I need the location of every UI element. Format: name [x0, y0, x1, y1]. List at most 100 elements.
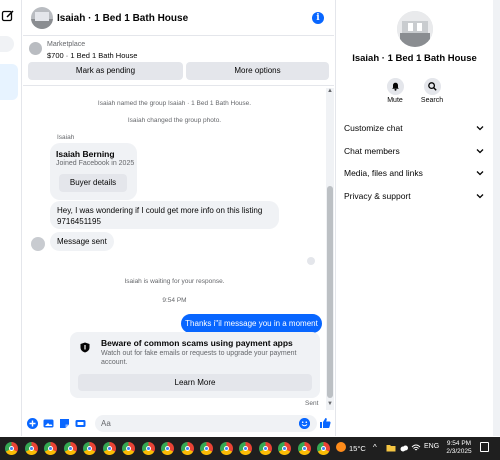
language-indicator[interactable]: ENG: [424, 443, 439, 450]
conversation-header: Isaiah · 1 Bed 1 Bath House i: [23, 0, 334, 36]
notification-icon[interactable]: [480, 442, 489, 452]
incoming-message[interactable]: Message sent: [50, 232, 114, 251]
scam-notice: Beware of common scams using payment app…: [70, 332, 320, 398]
media-files-links-row[interactable]: Media, files and links: [344, 168, 486, 182]
photo-icon[interactable]: [43, 418, 54, 429]
customize-chat-row[interactable]: Customize chat: [344, 123, 486, 137]
emoji-icon[interactable]: [299, 418, 310, 429]
chrome-icon[interactable]: [278, 442, 291, 455]
scroll-down-icon[interactable]: ▼: [327, 401, 333, 407]
message-thread: Isaiah named the group Isaiah · 1 Bed 1 …: [23, 88, 326, 410]
section-label: Customize chat: [344, 123, 403, 133]
outgoing-message[interactable]: Thanks i"il message you in a moment: [181, 314, 322, 333]
chrome-icon[interactable]: [122, 442, 135, 455]
listing-price[interactable]: $700 · 1 Bed 1 Bath House: [47, 51, 137, 60]
taskbar-clock[interactable]: 9:54 PM 2/3/2025: [442, 440, 476, 456]
mute-label: Mute: [387, 97, 403, 104]
chrome-icon[interactable]: [297, 442, 311, 455]
clock-date: 2/3/2025: [446, 448, 472, 455]
chevron-down-icon: [476, 171, 484, 176]
waiting-notice: Isaiah is waiting for your response.: [124, 278, 225, 285]
chrome-icon[interactable]: [239, 442, 252, 455]
chevron-up-icon[interactable]: ^: [373, 443, 377, 452]
folder-icon[interactable]: [386, 443, 396, 453]
scroll-up-icon[interactable]: ▲: [327, 88, 333, 94]
mute-button[interactable]: Mute: [375, 78, 415, 104]
wifi-icon[interactable]: [411, 443, 421, 453]
search-button[interactable]: Search: [412, 78, 452, 104]
search-label: Search: [420, 97, 444, 104]
plus-icon[interactable]: [27, 418, 38, 429]
chrome-icon[interactable]: [141, 442, 155, 455]
listing-thumbnail[interactable]: [29, 42, 42, 55]
message-placeholder: Aa: [101, 419, 111, 428]
bell-icon: [386, 78, 404, 95]
chrome-icon[interactable]: [102, 442, 116, 455]
read-receipt-icon: [307, 257, 315, 265]
page-scrollbar[interactable]: [493, 0, 500, 436]
incoming-message[interactable]: Hey, I was wondering if I could get more…: [50, 201, 279, 229]
system-message: Isaiah named the group Isaiah · 1 Bed 1 …: [97, 100, 252, 107]
learn-more-button[interactable]: Learn More: [78, 374, 312, 391]
chrome-icon[interactable]: [5, 442, 18, 455]
sticker-icon[interactable]: [59, 418, 70, 429]
details-panel: Isaiah · 1 Bed 1 Bath House Mute Search …: [335, 0, 492, 436]
sender-name: Isaiah: [57, 134, 75, 141]
cloud-icon[interactable]: [399, 443, 409, 453]
timestamp: 9:54 PM: [162, 297, 187, 304]
chrome-icon[interactable]: [219, 442, 233, 455]
compose-icon[interactable]: [1, 9, 15, 23]
chrome-icon[interactable]: [180, 442, 194, 455]
chevron-down-icon: [476, 194, 484, 199]
details-avatar[interactable]: [397, 11, 433, 47]
conversation-title[interactable]: Isaiah · 1 Bed 1 Bath House: [57, 13, 188, 24]
left-sidebar: [0, 0, 22, 436]
message-composer: Aa: [23, 412, 334, 436]
search-icon: [423, 78, 441, 95]
taskbar: 15°C ^ ENG 9:54 PM 2/3/2025: [0, 437, 500, 460]
buyer-card: Isaiah Berning Joined Facebook in 2025 B…: [50, 143, 137, 200]
section-label: Media, files and links: [344, 168, 423, 178]
notice-title: Beware of common scams using payment app…: [101, 338, 293, 348]
scroll-thumb[interactable]: [327, 186, 333, 398]
mark-as-pending-button[interactable]: Mark as pending: [28, 62, 183, 80]
marketplace-label: Marketplace: [47, 41, 86, 48]
chrome-icon[interactable]: [258, 442, 272, 455]
chat-members-row[interactable]: Chat members: [344, 146, 486, 160]
shield-icon: [80, 342, 90, 353]
marketplace-banner: Marketplace $700 · 1 Bed 1 Bath House Ma…: [23, 36, 334, 86]
info-icon[interactable]: i: [312, 12, 324, 24]
chevron-down-icon: [476, 149, 484, 154]
sent-status: Sent: [305, 400, 319, 407]
chrome-icon[interactable]: [44, 442, 57, 455]
clock-time: 9:54 PM: [446, 440, 472, 447]
buyer-joined: Joined Facebook in 2025: [56, 160, 135, 167]
left-search-pill[interactable]: [0, 36, 14, 52]
chrome-icon[interactable]: [200, 442, 213, 455]
group-avatar[interactable]: [31, 7, 53, 29]
gif-icon[interactable]: [75, 418, 86, 429]
thread-scrollbar[interactable]: ▲ ▼: [326, 88, 334, 410]
buyer-details-button[interactable]: Buyer details: [59, 174, 127, 192]
conversation-panel: Isaiah · 1 Bed 1 Bath House i Marketplac…: [23, 0, 334, 436]
chrome-icon[interactable]: [83, 442, 96, 455]
buyer-name: Isaiah Berning: [56, 149, 115, 159]
section-label: Privacy & support: [344, 191, 411, 201]
chrome-icon[interactable]: [317, 442, 330, 455]
system-message: Isaiah changed the group photo.: [127, 117, 222, 124]
section-label: Chat members: [344, 146, 400, 156]
thumbs-up-icon[interactable]: [319, 417, 331, 429]
chrome-icon[interactable]: [24, 442, 38, 455]
notice-text: Watch out for fake emails or requests to…: [101, 350, 297, 366]
chrome-icon[interactable]: [63, 442, 77, 455]
chrome-icon[interactable]: [161, 442, 174, 455]
weather-temperature[interactable]: 15°C: [349, 444, 366, 453]
message-input[interactable]: Aa: [95, 415, 317, 432]
privacy-support-row[interactable]: Privacy & support: [344, 191, 486, 205]
details-title: Isaiah · 1 Bed 1 Bath House: [352, 53, 477, 64]
more-options-button[interactable]: More options: [186, 62, 329, 80]
sender-avatar[interactable]: [31, 237, 45, 251]
selected-chat-item[interactable]: [0, 64, 18, 100]
weather-icon[interactable]: [336, 442, 346, 452]
chevron-down-icon: [476, 126, 484, 131]
